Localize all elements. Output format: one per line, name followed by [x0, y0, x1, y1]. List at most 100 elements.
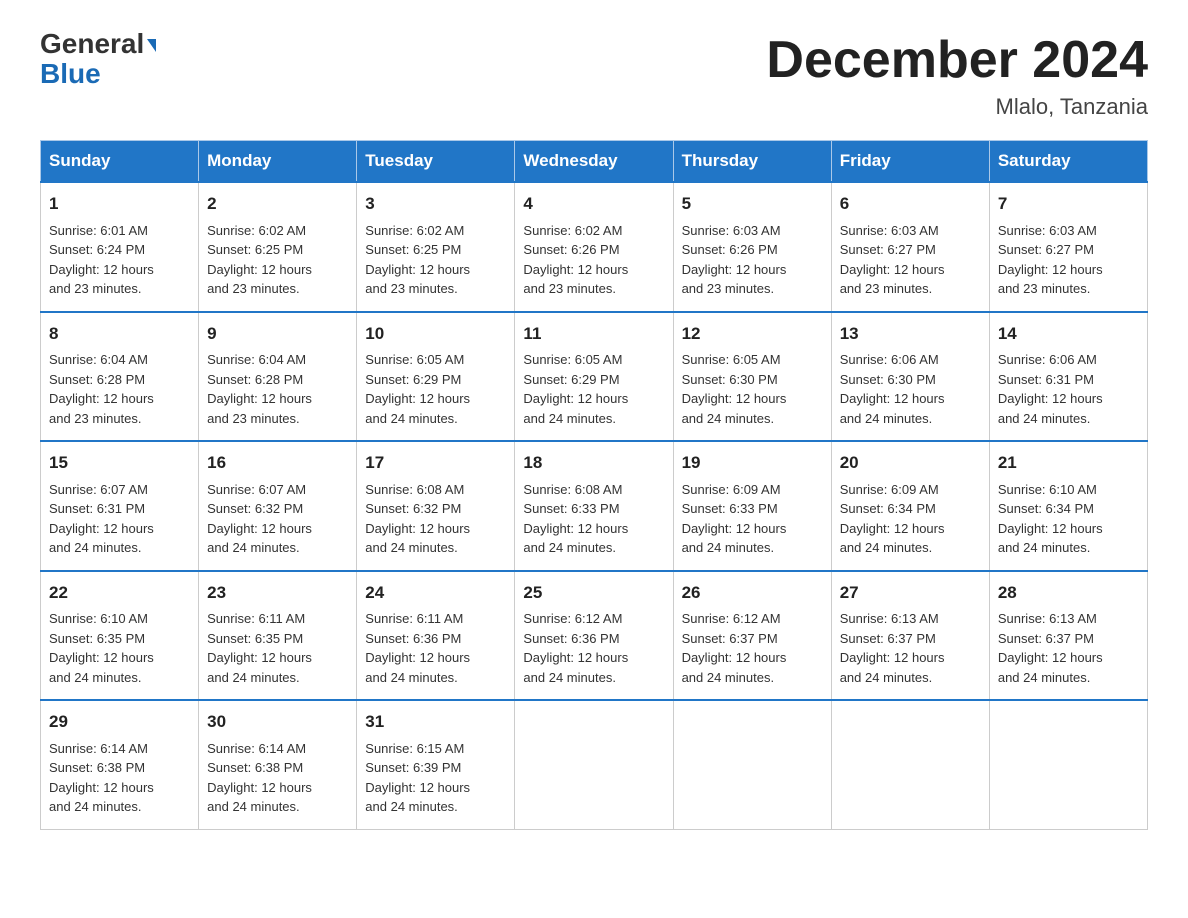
calendar-cell: 4 Sunrise: 6:02 AMSunset: 6:26 PMDaylight…	[515, 182, 673, 312]
day-number: 2	[207, 191, 348, 217]
calendar-cell: 27 Sunrise: 6:13 AMSunset: 6:37 PMDayligh…	[831, 571, 989, 701]
calendar-cell: 20 Sunrise: 6:09 AMSunset: 6:34 PMDayligh…	[831, 441, 989, 571]
day-number: 28	[998, 580, 1139, 606]
location: Mlalo, Tanzania	[766, 94, 1148, 120]
calendar-cell: 16 Sunrise: 6:07 AMSunset: 6:32 PMDayligh…	[199, 441, 357, 571]
calendar-cell: 14 Sunrise: 6:06 AMSunset: 6:31 PMDayligh…	[989, 312, 1147, 442]
day-info: Sunrise: 6:07 AMSunset: 6:31 PMDaylight:…	[49, 480, 190, 558]
calendar-cell: 28 Sunrise: 6:13 AMSunset: 6:37 PMDayligh…	[989, 571, 1147, 701]
page-header: General Blue December 2024 Mlalo, Tanzan…	[40, 30, 1148, 120]
title-block: December 2024 Mlalo, Tanzania	[766, 30, 1148, 120]
calendar-cell: 18Sunrise: 6:08 AMSunset: 6:33 PMDayligh…	[515, 441, 673, 571]
calendar-cell: 6 Sunrise: 6:03 AMSunset: 6:27 PMDaylight…	[831, 182, 989, 312]
calendar-week-4: 22Sunrise: 6:10 AMSunset: 6:35 PMDayligh…	[41, 571, 1148, 701]
day-number: 11	[523, 321, 664, 347]
day-info: Sunrise: 6:05 AMSunset: 6:30 PMDaylight:…	[682, 350, 823, 428]
day-number: 17	[365, 450, 506, 476]
day-info: Sunrise: 6:04 AMSunset: 6:28 PMDaylight:…	[49, 350, 190, 428]
calendar-cell: 23 Sunrise: 6:11 AMSunset: 6:35 PMDayligh…	[199, 571, 357, 701]
day-number: 24	[365, 580, 506, 606]
day-number: 4	[523, 191, 664, 217]
logo-line1: General	[40, 30, 156, 58]
day-info: Sunrise: 6:02 AMSunset: 6:25 PMDaylight:…	[365, 221, 506, 299]
calendar-cell: 5 Sunrise: 6:03 AMSunset: 6:26 PMDaylight…	[673, 182, 831, 312]
logo: General Blue	[40, 30, 156, 90]
day-info: Sunrise: 6:03 AMSunset: 6:27 PMDaylight:…	[840, 221, 981, 299]
calendar-cell	[989, 700, 1147, 829]
day-number: 8	[49, 321, 190, 347]
day-number: 27	[840, 580, 981, 606]
calendar-cell: 12Sunrise: 6:05 AMSunset: 6:30 PMDayligh…	[673, 312, 831, 442]
day-number: 9	[207, 321, 348, 347]
weekday-header-monday: Monday	[199, 141, 357, 183]
calendar-table: SundayMondayTuesdayWednesdayThursdayFrid…	[40, 140, 1148, 830]
day-number: 31	[365, 709, 506, 735]
calendar-cell: 1 Sunrise: 6:01 AMSunset: 6:24 PMDaylight…	[41, 182, 199, 312]
day-info: Sunrise: 6:04 AMSunset: 6:28 PMDaylight:…	[207, 350, 348, 428]
weekday-header-wednesday: Wednesday	[515, 141, 673, 183]
calendar-cell: 9 Sunrise: 6:04 AMSunset: 6:28 PMDaylight…	[199, 312, 357, 442]
calendar-week-2: 8 Sunrise: 6:04 AMSunset: 6:28 PMDaylight…	[41, 312, 1148, 442]
calendar-cell: 30Sunrise: 6:14 AMSunset: 6:38 PMDayligh…	[199, 700, 357, 829]
day-number: 14	[998, 321, 1139, 347]
day-info: Sunrise: 6:12 AMSunset: 6:36 PMDaylight:…	[523, 609, 664, 687]
calendar-week-3: 15Sunrise: 6:07 AMSunset: 6:31 PMDayligh…	[41, 441, 1148, 571]
weekday-header-saturday: Saturday	[989, 141, 1147, 183]
calendar-cell: 15Sunrise: 6:07 AMSunset: 6:31 PMDayligh…	[41, 441, 199, 571]
weekday-header-friday: Friday	[831, 141, 989, 183]
day-number: 20	[840, 450, 981, 476]
day-info: Sunrise: 6:15 AMSunset: 6:39 PMDaylight:…	[365, 739, 506, 817]
day-number: 19	[682, 450, 823, 476]
day-number: 5	[682, 191, 823, 217]
day-info: Sunrise: 6:13 AMSunset: 6:37 PMDaylight:…	[998, 609, 1139, 687]
day-info: Sunrise: 6:01 AMSunset: 6:24 PMDaylight:…	[49, 221, 190, 299]
calendar-cell: 22Sunrise: 6:10 AMSunset: 6:35 PMDayligh…	[41, 571, 199, 701]
day-number: 13	[840, 321, 981, 347]
day-info: Sunrise: 6:10 AMSunset: 6:34 PMDaylight:…	[998, 480, 1139, 558]
weekday-header-tuesday: Tuesday	[357, 141, 515, 183]
calendar-cell: 31 Sunrise: 6:15 AMSunset: 6:39 PMDayligh…	[357, 700, 515, 829]
day-number: 1	[49, 191, 190, 217]
day-info: Sunrise: 6:05 AMSunset: 6:29 PMDaylight:…	[523, 350, 664, 428]
calendar-cell: 2 Sunrise: 6:02 AMSunset: 6:25 PMDaylight…	[199, 182, 357, 312]
calendar-cell: 10Sunrise: 6:05 AMSunset: 6:29 PMDayligh…	[357, 312, 515, 442]
day-info: Sunrise: 6:02 AMSunset: 6:26 PMDaylight:…	[523, 221, 664, 299]
day-info: Sunrise: 6:06 AMSunset: 6:30 PMDaylight:…	[840, 350, 981, 428]
day-info: Sunrise: 6:02 AMSunset: 6:25 PMDaylight:…	[207, 221, 348, 299]
day-info: Sunrise: 6:10 AMSunset: 6:35 PMDaylight:…	[49, 609, 190, 687]
calendar-cell	[515, 700, 673, 829]
logo-line2: Blue	[40, 58, 101, 90]
day-number: 3	[365, 191, 506, 217]
day-info: Sunrise: 6:03 AMSunset: 6:26 PMDaylight:…	[682, 221, 823, 299]
day-info: Sunrise: 6:14 AMSunset: 6:38 PMDaylight:…	[49, 739, 190, 817]
calendar-cell: 11 Sunrise: 6:05 AMSunset: 6:29 PMDayligh…	[515, 312, 673, 442]
calendar-cell	[831, 700, 989, 829]
day-number: 10	[365, 321, 506, 347]
calendar-cell: 29Sunrise: 6:14 AMSunset: 6:38 PMDayligh…	[41, 700, 199, 829]
calendar-cell: 3 Sunrise: 6:02 AMSunset: 6:25 PMDaylight…	[357, 182, 515, 312]
day-info: Sunrise: 6:07 AMSunset: 6:32 PMDaylight:…	[207, 480, 348, 558]
day-info: Sunrise: 6:13 AMSunset: 6:37 PMDaylight:…	[840, 609, 981, 687]
calendar-cell: 25 Sunrise: 6:12 AMSunset: 6:36 PMDayligh…	[515, 571, 673, 701]
day-number: 6	[840, 191, 981, 217]
day-number: 30	[207, 709, 348, 735]
day-info: Sunrise: 6:06 AMSunset: 6:31 PMDaylight:…	[998, 350, 1139, 428]
day-info: Sunrise: 6:08 AMSunset: 6:32 PMDaylight:…	[365, 480, 506, 558]
weekday-header-sunday: Sunday	[41, 141, 199, 183]
day-number: 25	[523, 580, 664, 606]
day-number: 23	[207, 580, 348, 606]
day-info: Sunrise: 6:12 AMSunset: 6:37 PMDaylight:…	[682, 609, 823, 687]
calendar-cell: 19Sunrise: 6:09 AMSunset: 6:33 PMDayligh…	[673, 441, 831, 571]
month-title: December 2024	[766, 30, 1148, 90]
calendar-cell: 8 Sunrise: 6:04 AMSunset: 6:28 PMDaylight…	[41, 312, 199, 442]
calendar-cell: 7Sunrise: 6:03 AMSunset: 6:27 PMDaylight…	[989, 182, 1147, 312]
calendar-cell: 24 Sunrise: 6:11 AMSunset: 6:36 PMDayligh…	[357, 571, 515, 701]
day-info: Sunrise: 6:11 AMSunset: 6:36 PMDaylight:…	[365, 609, 506, 687]
calendar-week-1: 1 Sunrise: 6:01 AMSunset: 6:24 PMDaylight…	[41, 182, 1148, 312]
calendar-cell: 26Sunrise: 6:12 AMSunset: 6:37 PMDayligh…	[673, 571, 831, 701]
day-info: Sunrise: 6:11 AMSunset: 6:35 PMDaylight:…	[207, 609, 348, 687]
day-info: Sunrise: 6:09 AMSunset: 6:34 PMDaylight:…	[840, 480, 981, 558]
day-number: 16	[207, 450, 348, 476]
day-number: 21	[998, 450, 1139, 476]
day-info: Sunrise: 6:03 AMSunset: 6:27 PMDaylight:…	[998, 221, 1139, 299]
